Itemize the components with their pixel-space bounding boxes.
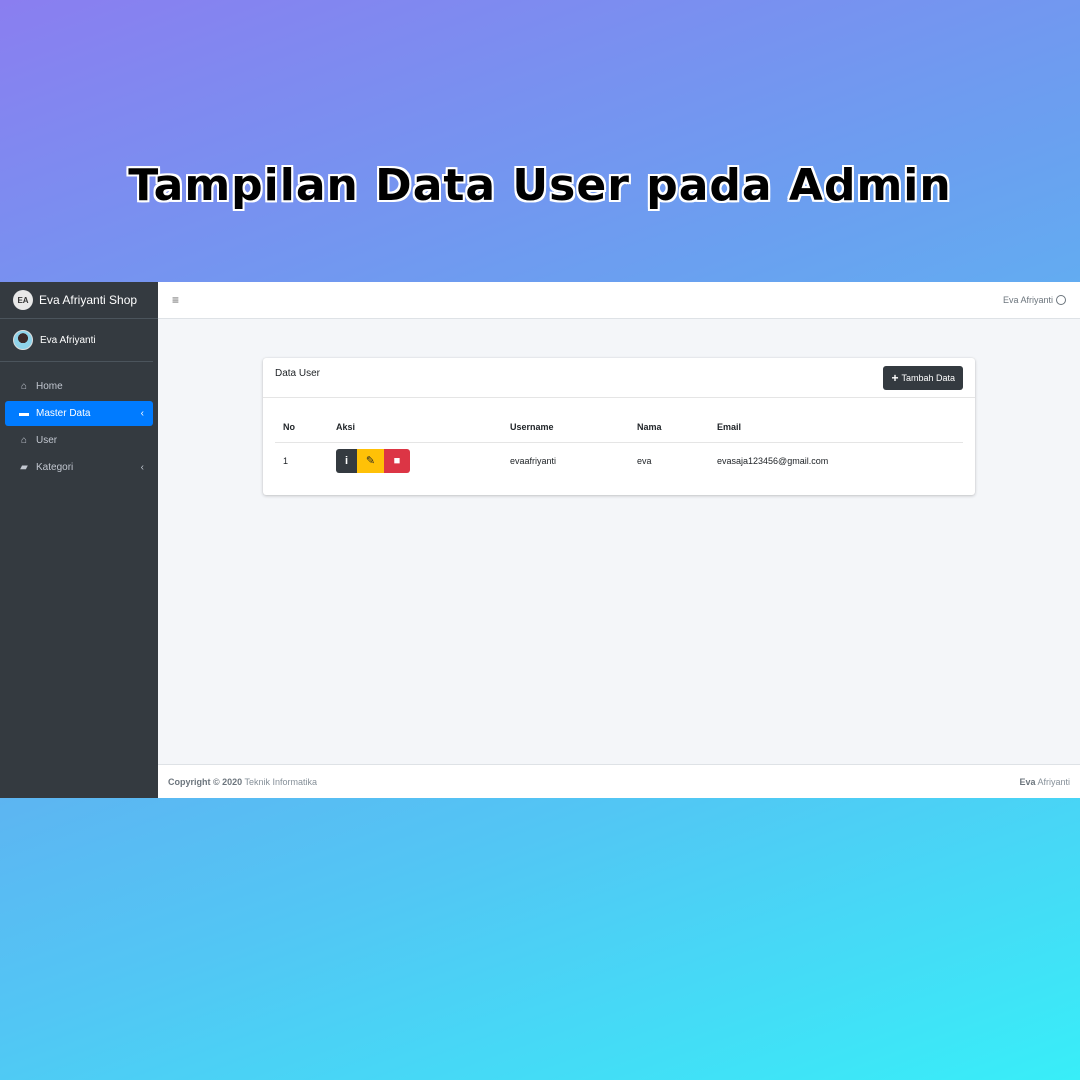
edit-button[interactable]: ✎ [357, 448, 384, 473]
sidebar-item-master-data[interactable]: ▬ Master Data ‹ [5, 401, 153, 426]
footer-author: Eva Afriyanti [1019, 777, 1070, 787]
trash-icon: ■ [393, 454, 401, 467]
user-panel-name: Eva Afriyanti [40, 334, 96, 346]
sidebar-nav: ⌂ Home ▬ Master Data ‹ ⌂ User ▰ Kategori… [0, 362, 158, 480]
brand-name: Eva Afriyanti Shop [39, 293, 138, 307]
user-panel[interactable]: Eva Afriyanti [0, 319, 153, 362]
plus-icon: + [891, 371, 899, 385]
cell-no: 1 [283, 455, 289, 466]
avatar [13, 330, 33, 350]
table-header-row: No Aksi Username Nama Email [275, 412, 963, 443]
user-table: No Aksi Username Nama Email 1 i ✎ ■ evaa… [275, 412, 963, 479]
sidebar-item-home[interactable]: ⌂ Home [5, 374, 153, 399]
top-user-menu[interactable]: Eva Afriyanti [1003, 295, 1066, 305]
brand-link[interactable]: EA Eva Afriyanti Shop [0, 282, 158, 319]
main-content: ≡ Eva Afriyanti Data User + Tambah Data … [158, 282, 1080, 798]
card-title: Data User [275, 368, 321, 379]
admin-app-window: EA Eva Afriyanti Shop Eva Afriyanti ⌂ Ho… [0, 282, 1080, 798]
footer-copyright-bold: Copyright © 2020 [168, 776, 243, 787]
cell-email: evasaja123456@gmail.com [717, 455, 829, 466]
folder-open-icon: ▰ [20, 462, 28, 473]
cell-nama: eva [637, 455, 652, 466]
column-header-email: Email [709, 412, 963, 443]
sidebar: EA Eva Afriyanti Shop Eva Afriyanti ⌂ Ho… [0, 282, 158, 798]
column-header-nama: Nama [629, 412, 709, 443]
card-header: Data User + Tambah Data [263, 358, 975, 398]
sidebar-item-user[interactable]: ⌂ User [5, 428, 153, 453]
sidebar-item-kategori[interactable]: ▰ Kategori ‹ [5, 455, 153, 480]
sidebar-item-label: Kategori [36, 462, 74, 473]
home-icon: ⌂ [20, 435, 28, 446]
home-icon: ⌂ [20, 381, 28, 392]
footer-author-bold: Eva [1019, 776, 1036, 787]
column-header-no: No [275, 412, 328, 443]
detail-button[interactable]: i [336, 448, 357, 473]
table-row: 1 i ✎ ■ evaafriyanti eva evasaja123456@g… [275, 442, 963, 479]
poster-title: Tampilan Data User pada Admin [128, 160, 952, 211]
chevron-left-icon: ‹ [140, 408, 144, 419]
cell-aksi: i ✎ ■ [328, 442, 502, 479]
sidebar-item-label: Home [36, 381, 63, 392]
sidebar-item-label: Master Data [36, 408, 91, 419]
data-user-card: Data User + Tambah Data No Aksi Username… [263, 358, 975, 495]
add-data-label: Tambah Data [901, 373, 955, 383]
user-circle-icon [1056, 295, 1066, 305]
info-icon: i [344, 454, 349, 467]
footer-copyright: Copyright © 2020 Teknik Informatika [168, 777, 317, 787]
drive-icon: ▬ [19, 408, 29, 419]
top-user-name: Eva Afriyanti [1002, 295, 1053, 305]
sidebar-item-label: User [36, 435, 58, 446]
delete-button[interactable]: ■ [384, 448, 410, 473]
footer: Copyright © 2020 Teknik Informatika Eva … [158, 764, 1080, 798]
cell-username: evaafriyanti [510, 455, 557, 466]
column-header-username: Username [502, 412, 629, 443]
top-navbar: ≡ Eva Afriyanti [158, 282, 1080, 319]
footer-author-text: Afriyanti [1037, 776, 1070, 787]
brand-logo-icon: EA [13, 290, 33, 310]
footer-org-link[interactable]: Teknik Informatika [245, 777, 318, 787]
add-data-button[interactable]: + Tambah Data [883, 366, 963, 390]
chevron-left-icon: ‹ [140, 462, 144, 473]
column-header-aksi: Aksi [328, 412, 502, 443]
edit-icon: ✎ [365, 455, 376, 467]
menu-toggle-icon[interactable]: ≡ [172, 293, 179, 307]
action-buttons: i ✎ ■ [336, 448, 410, 473]
